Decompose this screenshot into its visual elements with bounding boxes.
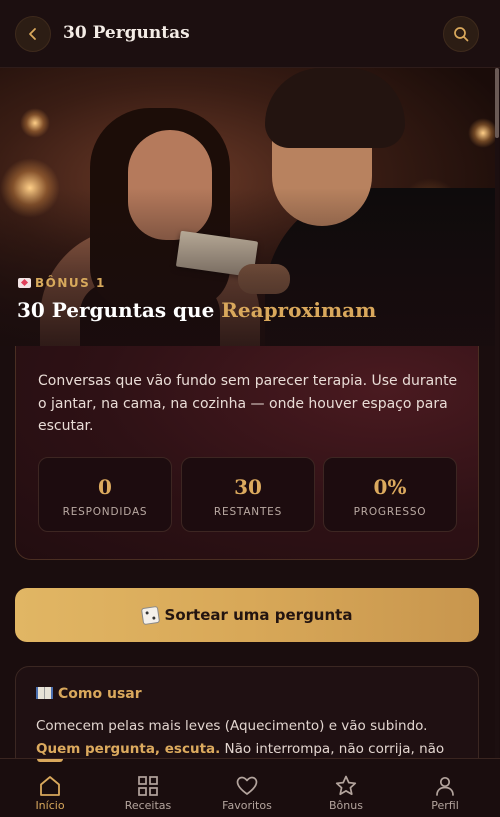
scrollbar-thumb[interactable] (495, 68, 499, 138)
intro-card: Conversas que vão fundo sem parecer tera… (15, 346, 479, 560)
heart-icon (236, 776, 258, 795)
nav-item-favorites[interactable]: Favoritos (197, 759, 297, 817)
hero-title-accent: Reaproximam (221, 298, 377, 322)
love-letter-icon (18, 278, 31, 288)
book-icon (36, 687, 53, 699)
user-icon (436, 776, 454, 796)
intro-description: Conversas que vão fundo sem parecer tera… (38, 373, 458, 434)
man-hair (265, 68, 405, 148)
stat-progress: 0% PROGRESSO (323, 457, 457, 532)
page-title: 30 Perguntas (63, 23, 190, 43)
bonus-tag-label: BÔNUS 1 (35, 276, 106, 290)
candle-glow (20, 108, 50, 138)
nav-item-profile[interactable]: Perfil (395, 759, 495, 817)
draw-question-label: Sortear uma pergunta (164, 606, 353, 624)
stat-remaining: 30 RESTANTES (181, 457, 315, 532)
active-indicator (37, 759, 63, 762)
nav-item-home[interactable]: Início (0, 759, 100, 817)
stat-value: 0 (98, 475, 112, 499)
candle-glow (468, 118, 495, 148)
nav-item-recipes[interactable]: Receitas (98, 759, 198, 817)
nav-item-bonus[interactable]: Bônus (296, 759, 396, 817)
stat-value: 30 (234, 475, 262, 499)
nav-label: Receitas (124, 799, 172, 812)
search-button[interactable] (443, 16, 479, 52)
hero-title: 30 Perguntas que Reaproximam (17, 298, 376, 322)
dice-icon (140, 605, 160, 625)
bottom-navigation: Início Receitas Favoritos Bônus Perfil (0, 758, 500, 817)
home-icon (40, 776, 60, 796)
nav-label: Perfil (431, 799, 459, 812)
search-icon (454, 27, 469, 42)
stat-label: RESPONDIDAS (62, 506, 148, 518)
scrollbar[interactable] (495, 68, 499, 758)
how-to-use-title: Como usar (36, 686, 142, 702)
chevron-left-icon (29, 28, 36, 40)
hero-title-main: 30 Perguntas que (17, 298, 222, 322)
how-to-highlight: Quem pergunta, escuta. (36, 740, 221, 757)
draw-question-button[interactable]: Sortear uma pergunta (15, 588, 479, 642)
stat-answered: 0 RESPONDIDAS (38, 457, 172, 532)
nav-label: Bônus (329, 799, 363, 812)
stat-label: RESTANTES (213, 506, 283, 518)
stat-label: PROGRESSO (353, 506, 427, 518)
how-to-text-part: Comecem pelas mais leves (Aquecimento) e… (36, 718, 428, 734)
nav-label: Favoritos (222, 799, 272, 812)
top-app-bar: 30 Perguntas (0, 0, 500, 68)
stat-value: 0% (373, 475, 407, 499)
bonus-tag: BÔNUS 1 (18, 276, 106, 290)
how-to-use-heading: Como usar (58, 686, 142, 702)
back-button[interactable] (15, 16, 51, 52)
hero-gradient-overlay (0, 188, 495, 346)
nav-label: Início (35, 799, 65, 812)
star-icon (335, 775, 357, 796)
grid-icon (138, 776, 158, 796)
